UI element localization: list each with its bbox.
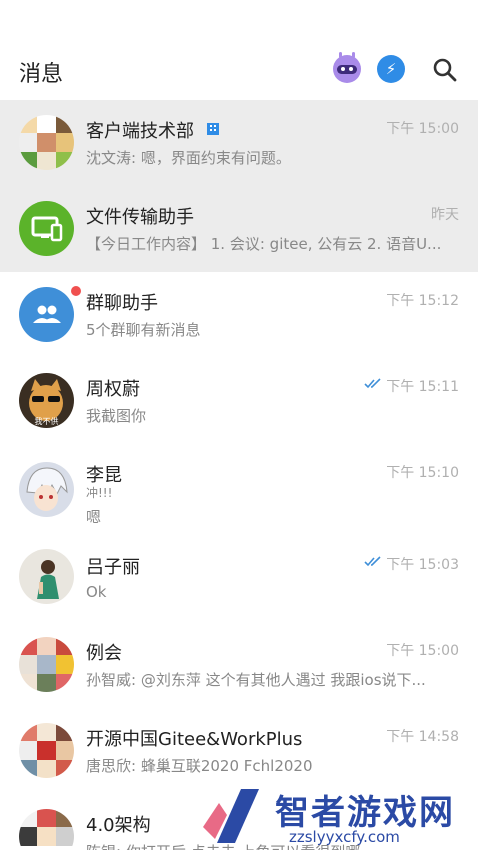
conversation-preview: 沈文涛: 嗯，界面约束有问题。 [86, 149, 291, 167]
double-check-icon [364, 556, 381, 567]
conversation-preview: Ok [86, 583, 107, 601]
conversation-preview-line2: 嗯 [86, 508, 102, 526]
conversation-preview: 唐思欣: 蜂巢互联2020 Fchl2020 [86, 757, 313, 775]
conversation-time: 下午 15:03 [386, 557, 459, 573]
page-title: 消息 [19, 62, 64, 87]
cat-avatar: 我不供 [19, 373, 74, 428]
conversation-row[interactable]: 例会 下午 15:00 孙智威: @刘东萍 这个有其他人遇过 我跟ios说下..… [0, 622, 478, 708]
conversation-time: 下午 15:12 [386, 293, 459, 309]
conversation-time: 下午 14:58 [386, 729, 459, 745]
conversation-name: 4.0架构 [86, 815, 151, 836]
conversation-name: 客户端技术部 [86, 121, 194, 142]
conversation-time: 下午 15:11 [386, 379, 459, 395]
watermark: 智者游戏网 zzslyyxcfy.com [197, 783, 478, 850]
conversation-name: 周权蔚 [86, 379, 140, 400]
lightning-icon[interactable]: ⚡ [377, 55, 405, 83]
double-check-icon [364, 378, 381, 389]
conversation-row[interactable]: 群聊助手 下午 15:12 5个群聊有新消息 [0, 272, 478, 358]
conversation-time: 昨天 [431, 207, 459, 223]
group-collage-avatar [19, 637, 74, 692]
conversation-name: 文件传输助手 [86, 207, 194, 228]
conversation-preview: 孙智威: @刘东萍 这个有其他人遇过 我跟ios说下... [86, 671, 426, 689]
group-collage-avatar [19, 809, 74, 850]
conversation-row[interactable]: 开源中国Gitee&WorkPlus 下午 14:58 唐思欣: 蜂巢互联202… [0, 708, 478, 794]
conversation-name: 群聊助手 [86, 293, 158, 314]
conversation-row[interactable]: 文件传输助手 昨天 【今日工作内容】 1. 会议: gitee, 公有云 2. … [0, 186, 478, 272]
conversation-time: 下午 15:00 [386, 643, 459, 659]
conversation-row[interactable]: 客户端技术部 下午 15:00 沈文涛: 嗯，界面约束有问题。 [0, 100, 478, 186]
conversation-preview: 【今日工作内容】 1. 会议: gitee, 公有云 2. 语音U... [86, 235, 442, 253]
conversation-name: 例会 [86, 643, 122, 664]
conversation-time: 下午 15:10 [386, 465, 459, 481]
enterprise-badge-icon [207, 123, 219, 135]
unread-dot [71, 286, 81, 296]
conversation-preview: 我截图你 [86, 407, 147, 425]
top-bar: 消息 ⚡ [0, 0, 478, 100]
conversation-row[interactable]: 吕子丽 下午 15:03 Ok [0, 536, 478, 622]
conversation-name: 开源中国Gitee&WorkPlus [86, 729, 303, 750]
avatar-caption: 我不供 [34, 417, 59, 426]
group-chat-icon [19, 287, 74, 342]
conversation-row[interactable]: 李昆 下午 15:10 冲!!! 嗯 [0, 444, 478, 536]
group-collage-avatar [19, 723, 74, 778]
file-transfer-icon [19, 201, 74, 256]
conversation-name: 吕子丽 [86, 557, 140, 578]
search-icon[interactable] [432, 57, 458, 83]
anime-avatar [19, 462, 74, 517]
photo-avatar [19, 549, 74, 604]
watermark-logo [203, 789, 259, 843]
watermark-title: 智者游戏网 [275, 793, 455, 833]
conversation-time: 下午 15:00 [386, 121, 459, 137]
conversation-preview-line1: 冲!!! [86, 486, 113, 500]
conversation-row[interactable]: 我不供 周权蔚 下午 15:11 我截图你 [0, 358, 478, 444]
watermark-url: zzslyyxcfy.com [289, 828, 400, 846]
group-collage-avatar [19, 115, 74, 170]
conversation-preview: 5个群聊有新消息 [86, 321, 201, 339]
robot-icon[interactable] [333, 52, 361, 83]
